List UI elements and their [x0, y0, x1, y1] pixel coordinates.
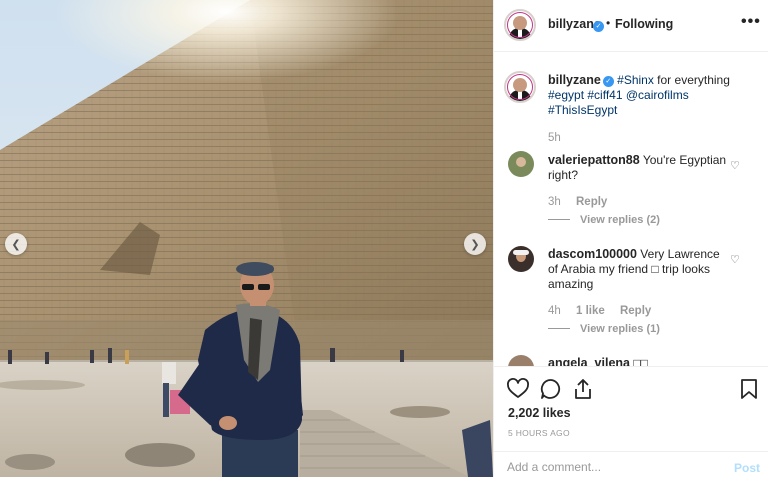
post-side-panel: billyzane ✓ • Following ••• billyzane ✓ #…	[493, 0, 768, 477]
comment-like-heart-icon[interactable]: ♡	[730, 159, 740, 172]
commenter-avatar[interactable]	[508, 355, 534, 366]
share-icon[interactable]	[571, 377, 595, 401]
view-replies-label: View replies (2)	[580, 214, 660, 226]
caption-tag-link[interactable]: #Shinx	[617, 73, 654, 87]
comment-like-heart-icon[interactable]: ♡	[730, 253, 740, 266]
comment-username[interactable]: angela_vilena	[548, 356, 630, 366]
post-timestamp[interactable]: 5 HOURS AGO	[508, 428, 570, 438]
comment-username[interactable]: dascom100000	[548, 247, 637, 261]
previous-photo-button[interactable]: ❮	[5, 233, 27, 255]
verified-badge-icon: ✓	[593, 20, 604, 32]
comments-list[interactable]: billyzane ✓ #Shinx for everything #egypt …	[494, 53, 768, 366]
commenter-avatar[interactable]	[508, 246, 534, 272]
chevron-right-icon: ❯	[470, 237, 480, 251]
following-button[interactable]: Following	[615, 17, 673, 31]
comment-item: dascom100000 Very Lawrence of Arabia my …	[548, 247, 728, 292]
reply-button[interactable]: Reply	[576, 196, 607, 208]
pyramid-photo	[0, 0, 493, 477]
instagram-post: ❮ ❯ billyzane ✓ • Following ••• billyzan…	[0, 0, 768, 477]
comment-likes-count[interactable]: 1 like	[576, 305, 605, 317]
commenter-avatar[interactable]	[508, 151, 534, 177]
view-replies-button[interactable]: View replies (1)	[548, 323, 660, 335]
comment-meta: 3h Reply	[548, 196, 619, 208]
view-replies-label: View replies (1)	[580, 323, 660, 335]
author-avatar[interactable]	[504, 9, 536, 41]
more-options-icon[interactable]: •••	[741, 13, 761, 31]
separator-dot: •	[606, 16, 611, 30]
caption-meta: 5h	[548, 132, 573, 144]
post-caption: billyzane ✓ #Shinx for everything #egypt …	[548, 73, 758, 118]
chevron-left-icon: ❮	[11, 237, 21, 251]
comment-input[interactable]	[507, 460, 707, 474]
comment-time: 3h	[548, 196, 561, 208]
next-photo-button[interactable]: ❯	[464, 233, 486, 255]
caption-time: 5h	[548, 132, 561, 144]
post-actions: 2,202 likes 5 HOURS AGO	[494, 366, 768, 445]
post-comment-button[interactable]: Post	[734, 461, 760, 475]
verified-badge-icon: ✓	[602, 76, 614, 87]
add-comment-bar: Post	[494, 451, 768, 477]
comment-time: 4h	[548, 305, 561, 317]
caption-username[interactable]: billyzane	[548, 73, 601, 87]
comment-item: angela_vilena □□	[548, 356, 728, 366]
comment-item: valeriepatton88 You're Egyptian right?	[548, 153, 728, 183]
comment-username[interactable]: valeriepatton88	[548, 153, 640, 167]
caption-tag-link[interactable]: @cairofilms	[626, 88, 689, 102]
caption-text-fragment: for everything	[653, 73, 730, 87]
view-replies-button[interactable]: View replies (2)	[548, 214, 660, 226]
post-header: billyzane ✓ • Following •••	[494, 0, 768, 52]
reply-button[interactable]: Reply	[620, 305, 651, 317]
bookmark-icon[interactable]	[737, 377, 761, 401]
caption-tag-link[interactable]: #ciff41	[587, 88, 622, 102]
caption-tag-link[interactable]: #ThisIsEgypt	[548, 103, 617, 117]
comment-text: □□	[633, 356, 648, 366]
comment-icon[interactable]	[539, 377, 563, 401]
comment-meta: 4h 1 like Reply	[548, 305, 663, 317]
caption-author-avatar[interactable]	[504, 71, 536, 103]
likes-count[interactable]: 2,202 likes	[508, 406, 571, 420]
post-photo[interactable]: ❮ ❯	[0, 0, 493, 477]
heart-icon[interactable]	[506, 377, 530, 401]
caption-tag-link[interactable]: #egypt	[548, 88, 584, 102]
